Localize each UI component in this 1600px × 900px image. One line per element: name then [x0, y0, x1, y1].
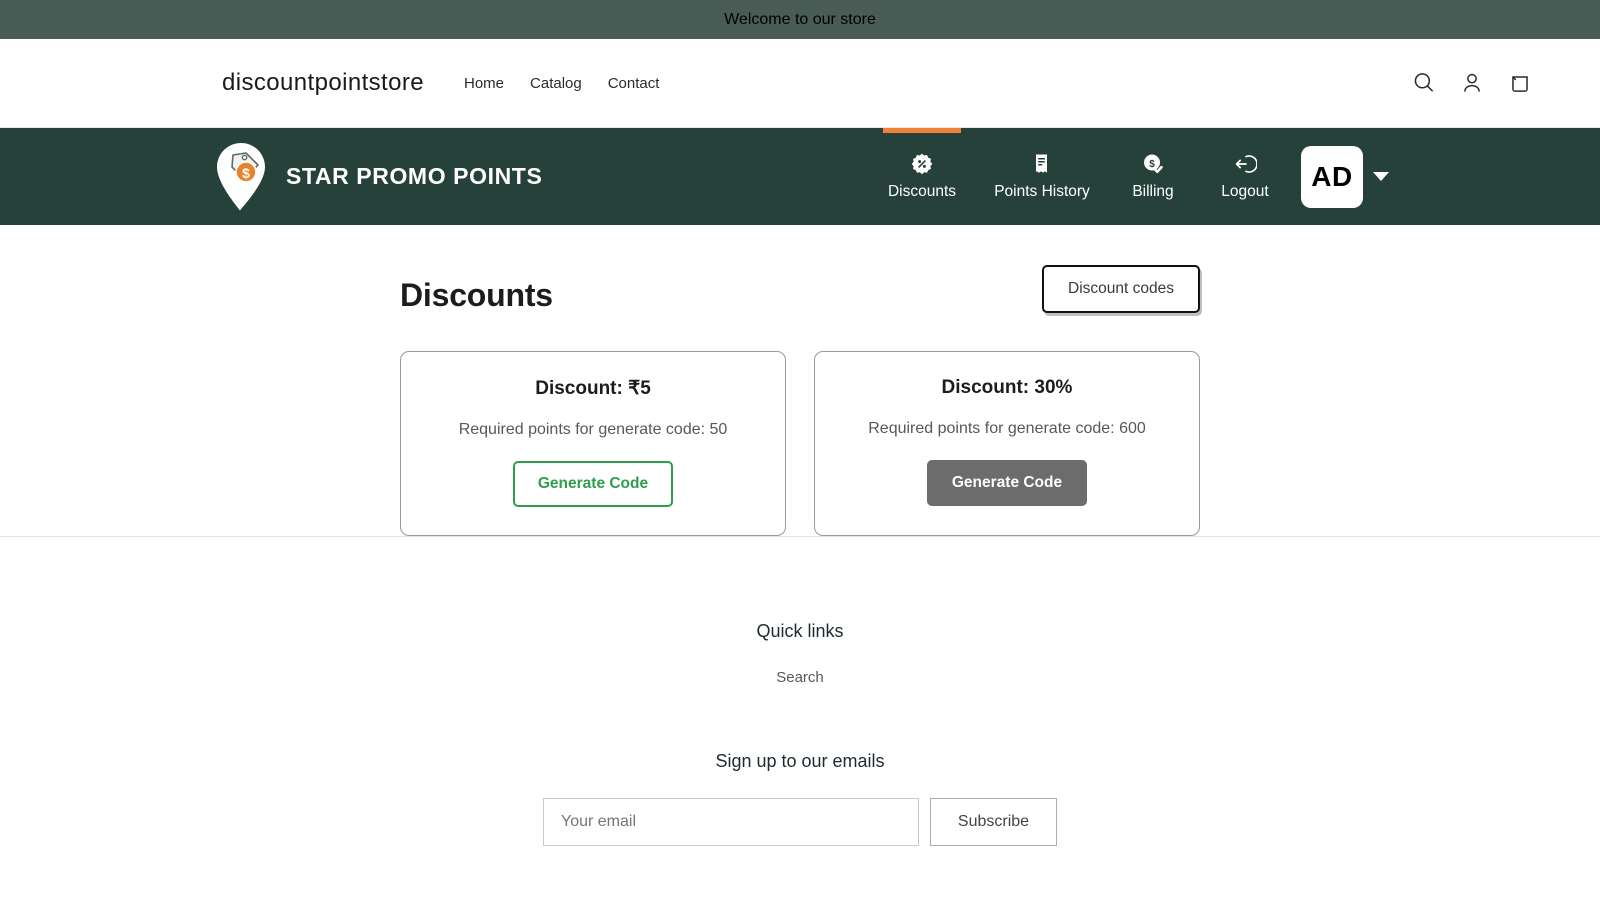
app-brand[interactable]: $ STAR PROMO POINTS [212, 142, 542, 212]
store-nav-catalog[interactable]: Catalog [530, 75, 582, 92]
announcement-text: Welcome to our store [724, 10, 876, 28]
discount-card: Discount: ₹5 Required points for generat… [400, 351, 786, 536]
discount-card-required-points: Required points for generate code: 50 [458, 421, 728, 438]
discount-card-title: Discount: ₹5 [535, 378, 651, 399]
quick-links-heading: Quick links [756, 621, 844, 641]
search-icon[interactable] [1411, 70, 1437, 96]
store-nav-home[interactable]: Home [464, 75, 504, 92]
nav-item-logout-label: Logout [1221, 183, 1269, 200]
app-nav-items: Discounts Points History $ Billing Logou… [869, 128, 1600, 225]
page-title: Discounts [400, 277, 553, 313]
discount-card: Discount: 30% Required points for genera… [814, 351, 1200, 536]
generate-code-button[interactable]: Generate Code [512, 461, 674, 507]
store-header-icons [1411, 70, 1560, 96]
store-nav-contact[interactable]: Contact [608, 75, 660, 92]
chevron-down-icon[interactable] [1373, 172, 1389, 181]
discount-codes-button[interactable]: Discount codes [1042, 265, 1200, 313]
map-pin-price-tag-icon: $ [212, 142, 270, 212]
store-header: discountpointstore Home Catalog Contact [0, 39, 1600, 128]
main-header: Discounts Discount codes [400, 265, 1200, 314]
cart-icon[interactable] [1507, 70, 1533, 96]
main-content: Discounts Discount codes Discount: ₹5 Re… [0, 225, 1600, 537]
quick-link-search[interactable]: Search [776, 669, 824, 686]
nav-item-points-history[interactable]: Points History [975, 128, 1109, 225]
announcement-bar: Welcome to our store [0, 0, 1600, 39]
discount-card-title: Discount: 30% [941, 377, 1073, 398]
nav-item-points-history-label: Points History [994, 183, 1090, 200]
dollar-coin-check-icon: $ [1141, 152, 1165, 176]
discount-cards: Discount: ₹5 Required points for generat… [400, 351, 1200, 536]
generate-code-button: Generate Code [926, 460, 1088, 506]
account-menu: AD [1301, 128, 1389, 225]
subscribe-button[interactable]: Subscribe [930, 798, 1057, 846]
newsletter-heading: Sign up to our emails [715, 751, 885, 771]
nav-item-discounts[interactable]: Discounts [869, 128, 975, 225]
store-nav: Home Catalog Contact [464, 75, 659, 92]
logout-arrow-icon [1233, 152, 1257, 176]
nav-item-billing-label: Billing [1132, 183, 1174, 200]
nav-item-discounts-label: Discounts [887, 183, 957, 200]
store-name[interactable]: discountpointstore [222, 69, 424, 97]
avatar[interactable]: AD [1301, 145, 1363, 208]
newsletter-form: Subscribe [0, 798, 1600, 846]
app-nav-bar: $ STAR PROMO POINTS Discounts Points His… [0, 128, 1600, 225]
nav-item-logout[interactable]: Logout [1197, 128, 1293, 225]
receipt-icon [1030, 152, 1054, 176]
account-icon[interactable] [1459, 70, 1485, 96]
svg-text:$: $ [242, 165, 250, 181]
newsletter-section: Sign up to our emails Subscribe [0, 751, 1600, 846]
app-brand-title: STAR PROMO POINTS [286, 163, 543, 189]
discount-card-required-points: Required points for generate code: 600 [868, 420, 1146, 437]
site-footer: Quick links Search Sign up to our emails… [0, 537, 1600, 846]
nav-item-billing[interactable]: $ Billing [1109, 128, 1197, 225]
email-field[interactable] [543, 798, 919, 846]
percent-badge-icon [910, 152, 934, 176]
